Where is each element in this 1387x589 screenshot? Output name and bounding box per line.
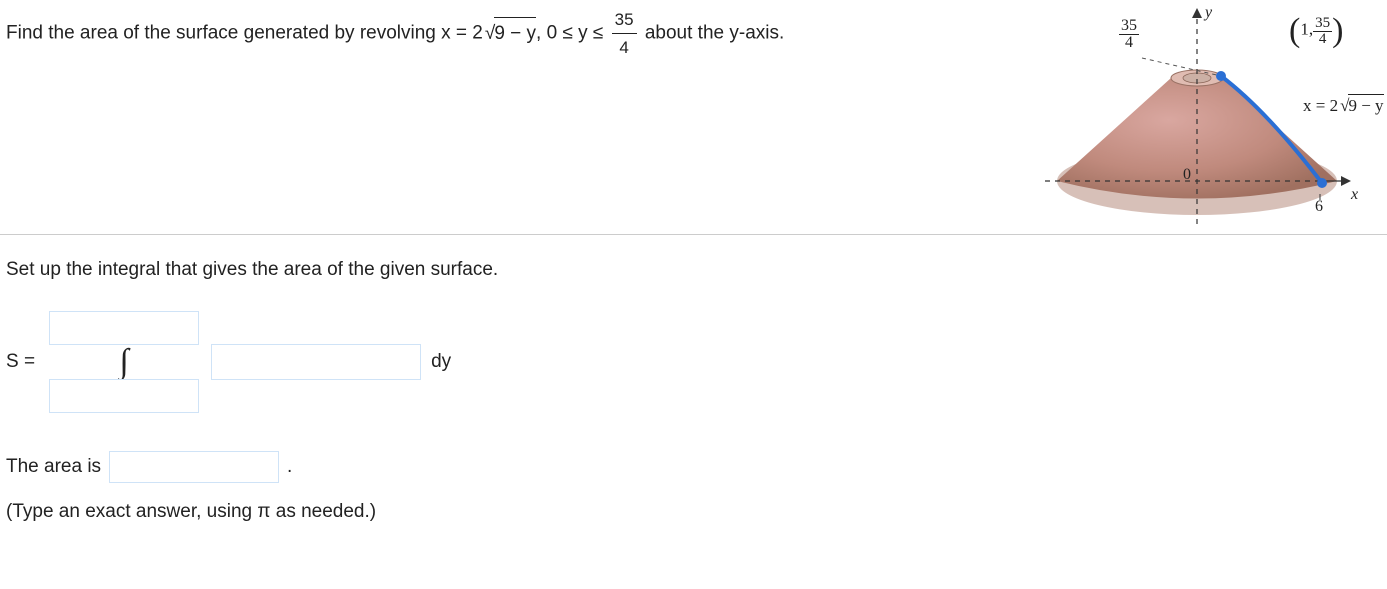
- dy-label: dy: [431, 351, 451, 373]
- lower-limit-input[interactable]: [49, 379, 199, 413]
- x-tick-6: 6: [1315, 198, 1323, 216]
- problem-prefix: Find the area of the surface generated b…: [6, 23, 483, 44]
- y-axis-label: y: [1205, 4, 1212, 22]
- area-answer-input[interactable]: [109, 451, 279, 483]
- area-label: The area is: [6, 456, 101, 478]
- revolution-figure: y x 0 6 354 (1,354) x = 29 − y: [1027, 6, 1387, 226]
- answer-hint: (Type an exact answer, using π as needed…: [6, 501, 1387, 523]
- range-fraction: 354: [612, 6, 637, 61]
- point-label: (1,354): [1289, 12, 1343, 50]
- problem-suffix: about the y-axis.: [640, 23, 785, 44]
- upper-limit-input[interactable]: [49, 311, 199, 345]
- period: .: [287, 456, 292, 478]
- S-equals: S =: [6, 351, 35, 373]
- range-prefix: , 0 ≤ y ≤: [536, 23, 609, 44]
- integrand-input[interactable]: [211, 344, 421, 380]
- setup-instruction: Set up the integral that gives the area …: [6, 259, 1387, 281]
- sqrt-expression: 9 − y: [485, 17, 536, 49]
- problem-statement: Find the area of the surface generated b…: [6, 6, 1027, 230]
- origin-label: 0: [1183, 166, 1191, 184]
- integral-symbol: ∫: [119, 345, 128, 379]
- x-axis-label: x: [1351, 186, 1358, 204]
- integral-expression: S = ∫ dy: [6, 311, 1387, 413]
- y-top-value: 354: [1119, 18, 1139, 52]
- curve-equation: x = 29 − y: [1303, 94, 1384, 116]
